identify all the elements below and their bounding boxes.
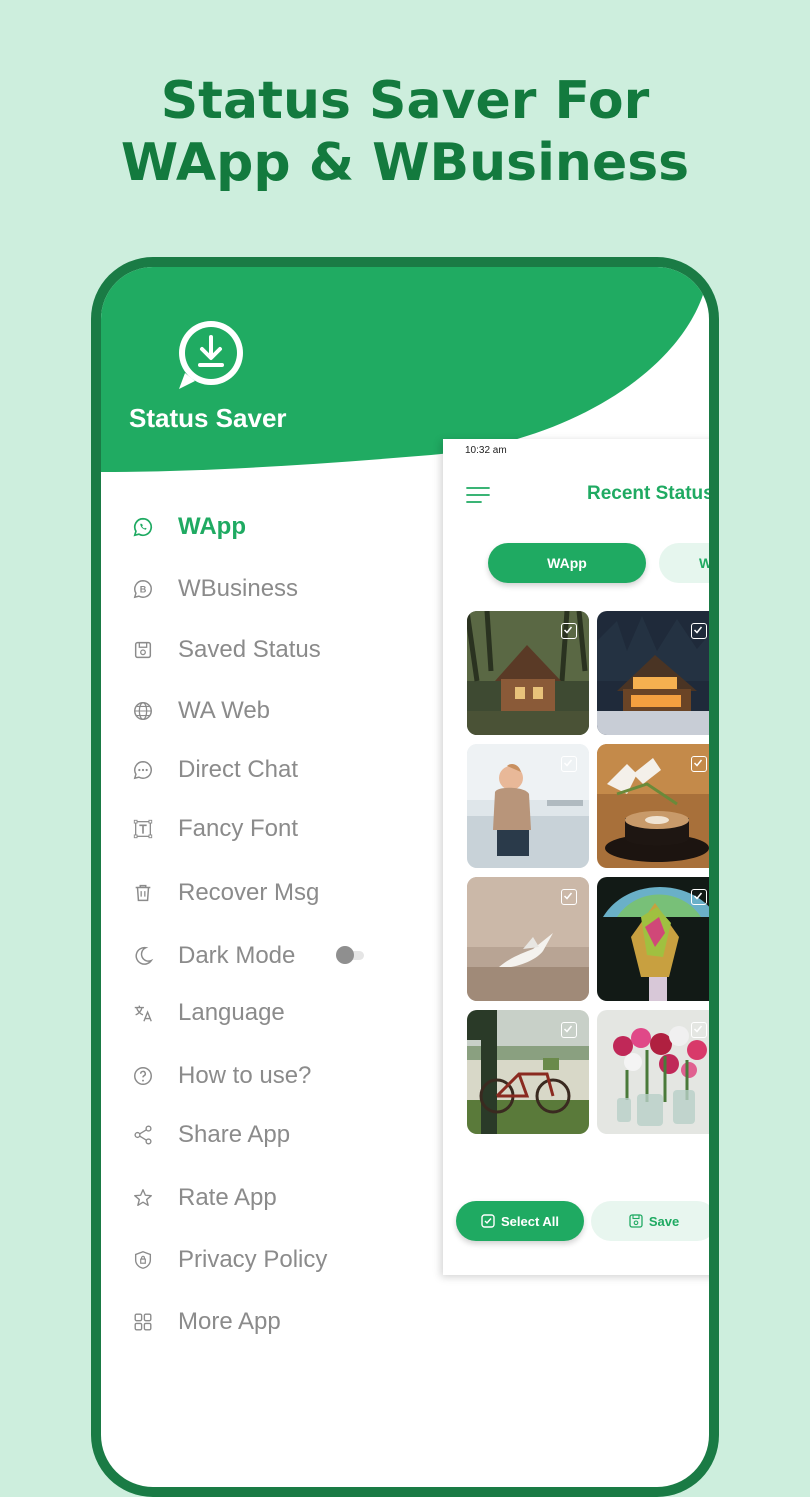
menu-item-rate-app[interactable]: Rate App bbox=[101, 1178, 431, 1218]
menu-label: Privacy Policy bbox=[178, 1246, 328, 1273]
chat-icon bbox=[131, 758, 155, 782]
menu-label: Saved Status bbox=[178, 636, 321, 663]
menu-item-how-to-use[interactable]: How to use? bbox=[101, 1056, 431, 1096]
menu-label: Language bbox=[178, 999, 285, 1026]
menu-item-recover-msg[interactable]: Recover Msg bbox=[101, 873, 431, 913]
menu-item-direct-chat[interactable]: Direct Chat bbox=[101, 750, 431, 790]
menu-item-language[interactable]: Language bbox=[101, 993, 431, 1033]
select-checkbox[interactable] bbox=[691, 889, 707, 905]
menu-item-share-app[interactable]: Share App bbox=[101, 1115, 431, 1155]
save-button[interactable]: Save bbox=[591, 1201, 709, 1241]
app-logo-icon bbox=[179, 321, 243, 389]
menu-item-privacy-policy[interactable]: Privacy Policy bbox=[101, 1240, 431, 1280]
select-all-label: Select All bbox=[500, 1213, 560, 1229]
menu-label: Direct Chat bbox=[178, 756, 299, 783]
grid-icon bbox=[131, 1310, 155, 1334]
menu-label: More App bbox=[178, 1308, 281, 1335]
status-thumbnail[interactable] bbox=[467, 877, 589, 1001]
menu-item-fancy-font[interactable]: Fancy Font bbox=[101, 809, 431, 849]
tab-wbusiness[interactable]: WB bbox=[659, 543, 709, 583]
select-checkbox[interactable] bbox=[561, 1022, 577, 1038]
menu-item-wapp[interactable]: WApp bbox=[101, 507, 431, 547]
phone-frame: Status Saver WApp B WBusiness Saved Stat… bbox=[91, 257, 719, 1497]
status-bar-time: 10:32 am bbox=[465, 445, 507, 456]
app-name: Status Saver bbox=[129, 403, 287, 433]
save-icon bbox=[131, 638, 155, 662]
share-icon bbox=[131, 1123, 155, 1147]
menu-label: Fancy Font bbox=[178, 815, 299, 842]
menu-item-dark-mode: Dark Mode bbox=[101, 936, 431, 976]
select-checkbox[interactable] bbox=[561, 756, 577, 772]
menu-label: WApp bbox=[178, 513, 246, 540]
help-icon bbox=[131, 1064, 155, 1088]
menu-label: How to use? bbox=[178, 1062, 312, 1089]
text-icon bbox=[131, 817, 155, 841]
star-icon bbox=[131, 1186, 155, 1210]
status-thumbnail[interactable] bbox=[467, 744, 589, 868]
save-icon bbox=[629, 1214, 643, 1228]
globe-icon bbox=[131, 699, 155, 723]
menu-item-saved-status[interactable]: Saved Status bbox=[101, 630, 431, 670]
translate-icon bbox=[131, 1001, 155, 1025]
checkbox-icon bbox=[481, 1214, 495, 1228]
select-checkbox[interactable] bbox=[691, 1022, 707, 1038]
svg-text:B: B bbox=[140, 585, 147, 595]
headline-line-1: Status Saver For bbox=[160, 71, 650, 131]
menu-label: Rate App bbox=[178, 1184, 277, 1211]
status-thumbnail[interactable] bbox=[467, 1010, 589, 1134]
menu-item-wa-web[interactable]: WA Web bbox=[101, 691, 431, 731]
phone-screen: Status Saver WApp B WBusiness Saved Stat… bbox=[101, 267, 709, 1487]
status-thumbnail[interactable] bbox=[597, 1010, 709, 1134]
select-checkbox[interactable] bbox=[691, 756, 707, 772]
menu-item-wbusiness[interactable]: B WBusiness bbox=[101, 569, 431, 609]
moon-icon bbox=[131, 944, 155, 968]
status-thumbnail[interactable] bbox=[597, 744, 709, 868]
trash-icon bbox=[131, 881, 155, 905]
dark-mode-toggle[interactable] bbox=[336, 946, 366, 964]
shield-icon bbox=[131, 1248, 155, 1272]
menu-label: Recover Msg bbox=[178, 879, 320, 906]
save-label: Save bbox=[648, 1213, 680, 1229]
business-icon: B bbox=[131, 577, 155, 601]
recent-status-screen: 10:32 am Recent Status WApp WB bbox=[443, 439, 709, 1275]
menu-item-more-app[interactable]: More App bbox=[101, 1302, 431, 1342]
status-thumbnail[interactable] bbox=[467, 611, 589, 735]
status-thumbnail[interactable] bbox=[597, 611, 709, 735]
select-checkbox[interactable] bbox=[561, 889, 577, 905]
select-checkbox[interactable] bbox=[561, 623, 577, 639]
hamburger-menu-icon[interactable] bbox=[465, 485, 491, 505]
headline-line-2: WApp & WBusiness bbox=[120, 133, 690, 193]
menu-label: WBusiness bbox=[178, 575, 299, 602]
tab-wapp[interactable]: WApp bbox=[488, 543, 646, 583]
status-thumbnail[interactable] bbox=[597, 877, 709, 1001]
menu-label: WA Web bbox=[178, 697, 271, 724]
menu-label: Share App bbox=[178, 1121, 291, 1148]
select-all-button[interactable]: Select All bbox=[456, 1201, 584, 1241]
screen-title: Recent Status bbox=[587, 483, 709, 504]
whatsapp-icon bbox=[131, 515, 155, 539]
select-checkbox[interactable] bbox=[691, 623, 707, 639]
menu-label: Dark Mode bbox=[178, 942, 296, 969]
headline: Status Saver For WApp & WBusiness bbox=[0, 70, 810, 194]
